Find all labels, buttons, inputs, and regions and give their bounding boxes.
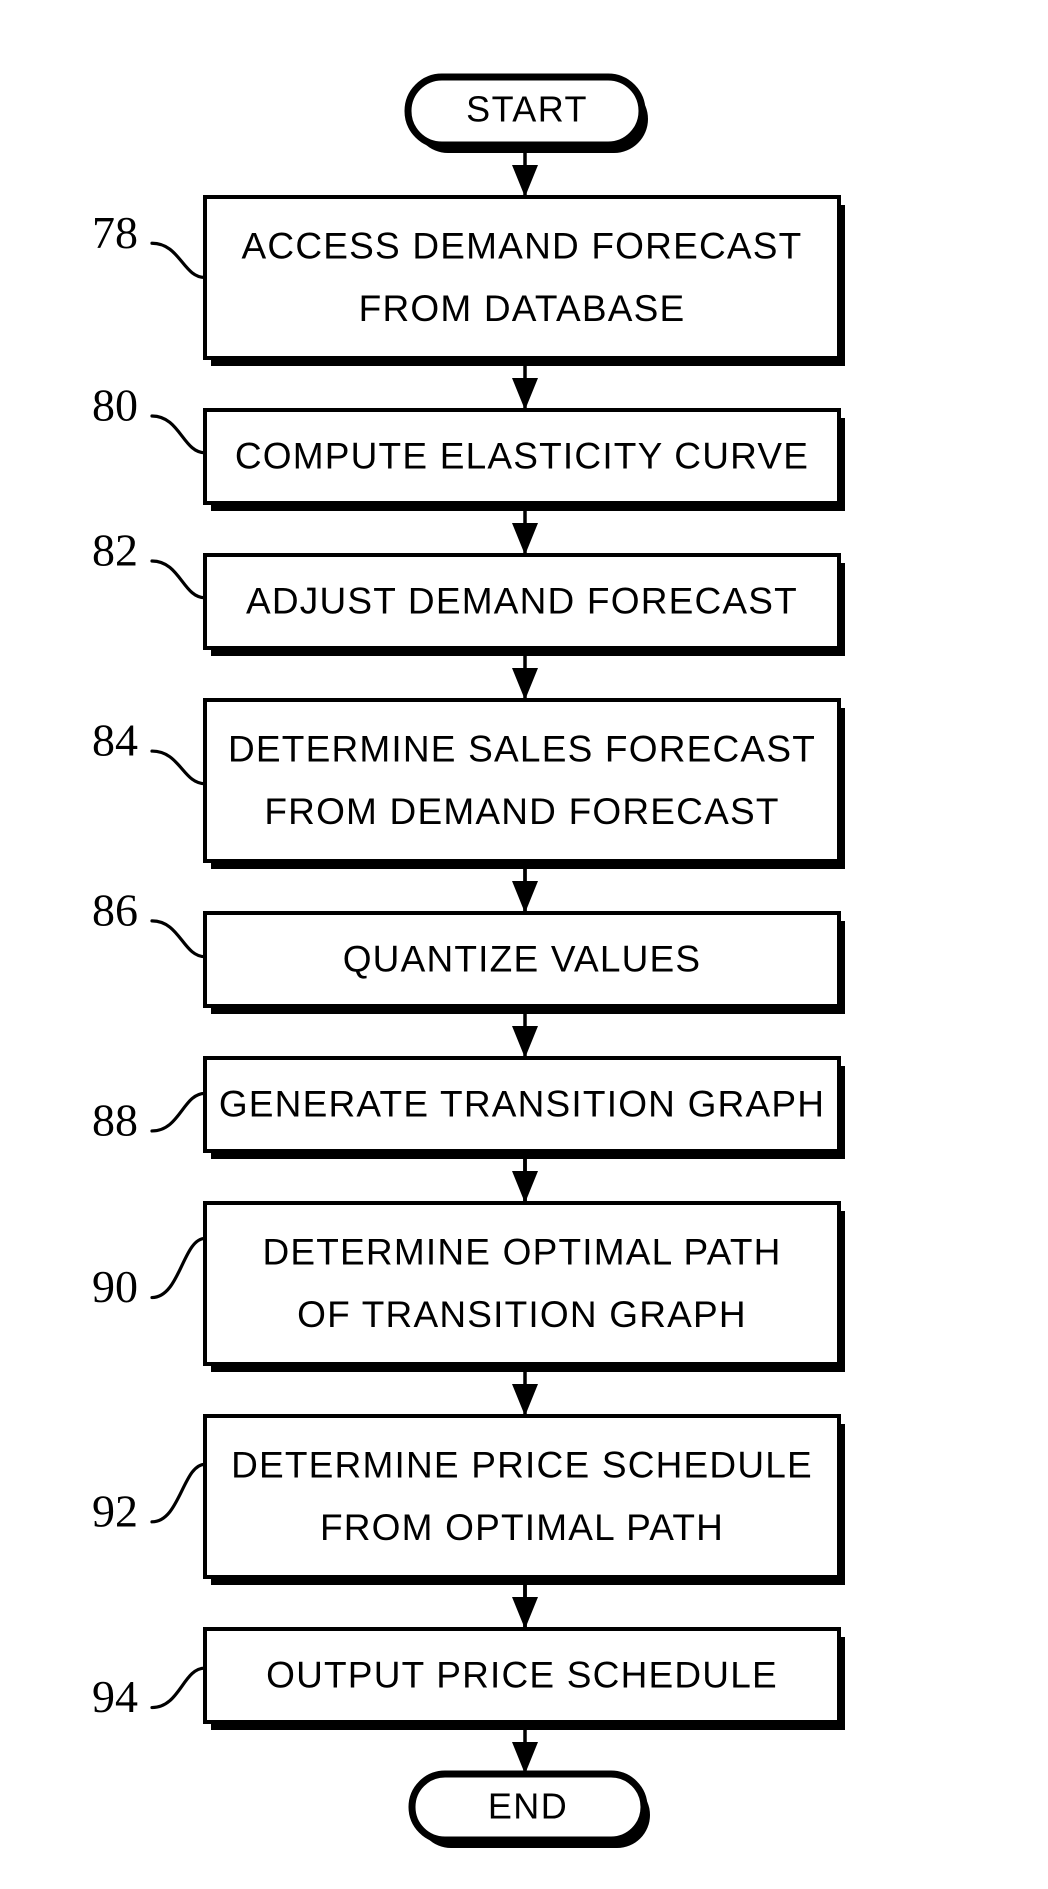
process-node-82: ADJUST DEMAND FORECAST bbox=[203, 553, 845, 656]
process-node-80-line1: COMPUTE ELASTICITY CURVE bbox=[235, 435, 809, 476]
ref-number-94: 94 bbox=[92, 1671, 138, 1722]
end-terminal-label: END bbox=[488, 1786, 568, 1827]
start-terminal: START bbox=[404, 73, 648, 153]
ref-number-78: 78 bbox=[92, 207, 138, 258]
connector-start-to-78 bbox=[512, 153, 538, 197]
ref-callout-78: 78 bbox=[92, 207, 207, 280]
ref-callout-92: 92 bbox=[92, 1462, 207, 1536]
process-node-94-line1: OUTPUT PRICE SCHEDULE bbox=[266, 1654, 778, 1695]
connector-94-to-end bbox=[512, 1730, 538, 1774]
ref-callout-80: 80 bbox=[92, 380, 207, 455]
end-terminal: END bbox=[408, 1770, 650, 1848]
process-node-78-shape bbox=[203, 195, 841, 360]
process-node-80: COMPUTE ELASTICITY CURVE bbox=[203, 408, 845, 511]
ref-callout-84: 84 bbox=[92, 715, 207, 786]
arrow-head-icon bbox=[512, 1026, 538, 1058]
process-node-92: DETERMINE PRICE SCHEDULE FROM OPTIMAL PA… bbox=[203, 1414, 845, 1585]
connector-90-to-92 bbox=[512, 1372, 538, 1416]
process-node-82-line1: ADJUST DEMAND FORECAST bbox=[246, 580, 798, 621]
process-node-90-shape bbox=[203, 1201, 841, 1366]
process-node-90-line2: OF TRANSITION GRAPH bbox=[297, 1294, 747, 1335]
flowchart-diagram: START ACCESS DEMAND FORECAST FROM DATABA… bbox=[0, 0, 1048, 1889]
arrow-head-icon bbox=[512, 523, 538, 555]
process-node-86: QUANTIZE VALUES bbox=[203, 911, 845, 1014]
process-node-84: DETERMINE SALES FORECAST FROM DEMAND FOR… bbox=[203, 698, 845, 869]
arrow-head-icon bbox=[512, 165, 538, 197]
process-node-92-line2: FROM OPTIMAL PATH bbox=[320, 1507, 724, 1548]
process-node-88: GENERATE TRANSITION GRAPH bbox=[203, 1056, 845, 1159]
ref-callout-86: 86 bbox=[92, 884, 207, 959]
process-node-86-line1: QUANTIZE VALUES bbox=[343, 938, 702, 979]
process-node-94: OUTPUT PRICE SCHEDULE bbox=[203, 1627, 845, 1730]
process-node-78-line1: ACCESS DEMAND FORECAST bbox=[242, 225, 803, 266]
process-node-92-line1: DETERMINE PRICE SCHEDULE bbox=[231, 1444, 813, 1485]
ref-number-90: 90 bbox=[92, 1261, 138, 1312]
ref-callout-82: 82 bbox=[92, 525, 207, 600]
connector-92-to-94 bbox=[512, 1585, 538, 1629]
arrow-head-icon bbox=[512, 378, 538, 410]
arrow-head-icon bbox=[512, 1384, 538, 1416]
process-node-88-line1: GENERATE TRANSITION GRAPH bbox=[219, 1083, 825, 1124]
connector-88-to-90 bbox=[512, 1159, 538, 1203]
arrow-head-icon bbox=[512, 1597, 538, 1629]
ref-callout-88: 88 bbox=[92, 1091, 207, 1146]
process-node-90: DETERMINE OPTIMAL PATH OF TRANSITION GRA… bbox=[203, 1201, 845, 1372]
connector-78-to-80 bbox=[512, 366, 538, 410]
ref-number-88: 88 bbox=[92, 1095, 138, 1146]
ref-number-80: 80 bbox=[92, 380, 138, 431]
process-node-78: ACCESS DEMAND FORECAST FROM DATABASE bbox=[203, 195, 845, 366]
process-node-84-line2: FROM DEMAND FORECAST bbox=[264, 791, 779, 832]
connector-86-to-88 bbox=[512, 1014, 538, 1058]
arrow-head-icon bbox=[512, 881, 538, 913]
ref-number-92: 92 bbox=[92, 1485, 138, 1536]
arrow-head-icon bbox=[512, 1171, 538, 1203]
arrow-head-icon bbox=[512, 1742, 538, 1774]
ref-number-86: 86 bbox=[92, 884, 138, 935]
process-node-90-line1: DETERMINE OPTIMAL PATH bbox=[262, 1231, 781, 1272]
connector-84-to-86 bbox=[512, 869, 538, 913]
ref-number-84: 84 bbox=[92, 715, 138, 766]
connector-80-to-82 bbox=[512, 511, 538, 555]
process-node-84-line1: DETERMINE SALES FORECAST bbox=[228, 728, 816, 769]
ref-number-82: 82 bbox=[92, 525, 138, 576]
ref-callout-90: 90 bbox=[92, 1236, 207, 1312]
flowchart-canvas: START ACCESS DEMAND FORECAST FROM DATABA… bbox=[92, 73, 845, 1848]
ref-callout-94: 94 bbox=[92, 1666, 207, 1722]
connector-82-to-84 bbox=[512, 656, 538, 700]
process-node-78-line2: FROM DATABASE bbox=[359, 288, 686, 329]
arrow-head-icon bbox=[512, 668, 538, 700]
process-node-84-shape bbox=[203, 698, 841, 863]
process-node-92-shape bbox=[203, 1414, 841, 1579]
start-terminal-label: START bbox=[466, 89, 588, 130]
